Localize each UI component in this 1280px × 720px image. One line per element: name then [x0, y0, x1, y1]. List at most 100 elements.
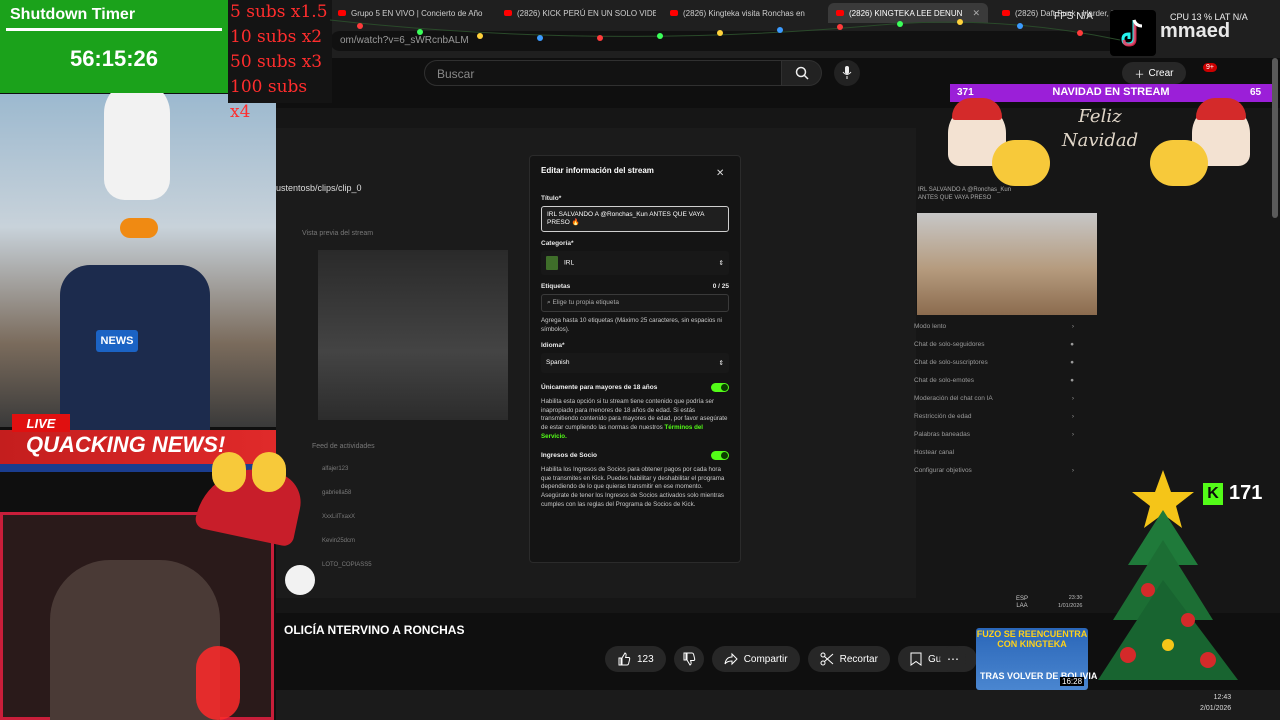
kick-logo-icon: K — [1203, 482, 1223, 505]
tiktok-logo — [1110, 10, 1156, 56]
feed-label: Feed de actividades — [312, 443, 375, 450]
browser-tab[interactable]: (2826) KICK PERÚ EN UN SOLO VIDE — [496, 3, 656, 23]
streamer-webcam — [917, 213, 1097, 315]
video-title: OLICÍA NTERVINO A RONCHAS — [284, 623, 465, 637]
santa-cap — [952, 98, 1002, 120]
partner-description: Habilita los Ingresos de Socios para obt… — [541, 466, 725, 508]
tags-input[interactable]: ⌕ Elige tu propia etiqueta — [541, 294, 729, 312]
thumbnail-top-text: FUZO SE REENCUENTRA CON KINGTEKA — [976, 629, 1088, 649]
stream-preview — [318, 250, 508, 420]
santa-cap — [1196, 98, 1246, 120]
close-tab-icon[interactable]: ✕ — [972, 8, 980, 19]
voice-search-button[interactable] — [834, 60, 860, 86]
chevron-updown-icon: ⇕ — [718, 360, 724, 368]
browser-tab[interactable]: Grupo 5 EN VIVO | Concierto de Año — [330, 3, 490, 23]
tab-strip: Grupo 5 EN VIVO | Concierto de Año (2826… — [330, 3, 1154, 25]
create-button[interactable]: ＋ Crear — [1122, 62, 1186, 84]
settings-item[interactable]: Palabras baneadas › — [914, 431, 1074, 438]
language-select[interactable]: Spanish ⇕ — [541, 353, 729, 374]
navidad-label: NAVIDAD EN STREAM — [1052, 86, 1170, 98]
feed-item: LOTO_COPIASS5 — [322, 562, 372, 568]
edit-stream-modal: Editar información del stream ✕ Título* … — [529, 155, 741, 563]
more-icon: ⋯ — [947, 652, 959, 666]
santa-hat-pom — [285, 565, 315, 595]
facecam-person — [50, 560, 220, 720]
close-icon[interactable]: ✕ — [716, 168, 724, 179]
rubber-duck — [252, 452, 286, 492]
preview-label: Vista previa del stream — [302, 230, 374, 237]
search-button[interactable] — [782, 60, 822, 86]
address-bar[interactable]: om/watch?v=6_sWRcnbALM — [330, 31, 1150, 51]
mature-description: Habilita esta opción si tu stream tiene … — [541, 398, 728, 440]
partner-label: Ingresos de Socio — [541, 452, 597, 460]
windows-taskbar — [276, 690, 1280, 720]
chat-settings-panel: Modo lento › Chat de solo-seguidores ● Cha… — [914, 312, 1074, 652]
subs-line: 100 subs x4 — [230, 77, 308, 122]
feliz-navidad-text: Feliz Navidad — [1061, 106, 1139, 151]
plus-icon: ＋ — [1134, 69, 1145, 81]
video-actions: 123 Compartir Recortar Guardar — [605, 646, 977, 672]
yellow-duck-sticker — [1150, 140, 1208, 186]
fps-readout: FPS N/A — [1054, 11, 1093, 22]
language-indicator[interactable]: ESP LAA — [1016, 596, 1028, 610]
feed-list: alfajer123 gabriella58 XxxLilTxaxX Kevin… — [322, 466, 372, 568]
tags-help: Agrega hasta 10 etiquetas (Máximo 25 car… — [541, 317, 722, 333]
share-icon — [724, 652, 738, 666]
clip-button[interactable]: Recortar — [807, 646, 890, 672]
system-clock[interactable]: 12:43 2/01/2026 — [1200, 692, 1231, 714]
feed-item: Kevin25dcm — [322, 538, 356, 544]
page-scrollbar[interactable] — [1272, 58, 1278, 218]
browser-tab[interactable]: (2826) Kingteka visita Ronchas en — [662, 3, 822, 23]
settings-item[interactable]: Chat de solo-emotes ● — [914, 377, 1074, 384]
like-button[interactable]: 123 — [605, 646, 666, 672]
mature-label: Únicamente para mayores de 18 años — [541, 384, 658, 392]
youtube-tab-icon — [1002, 10, 1010, 16]
settings-item[interactable]: Restricción de edad › — [914, 413, 1074, 420]
feed-item: alfajer123 — [322, 466, 349, 472]
language-label: Idioma* — [541, 342, 565, 350]
settings-item[interactable]: Moderación del chat con IA › — [914, 395, 1074, 402]
settings-item[interactable]: Chat de solo-suscriptores ● — [914, 359, 1074, 366]
share-button[interactable]: Compartir — [711, 646, 800, 672]
tiktok-username: mmaed — [1160, 20, 1231, 42]
partner-toggle[interactable] — [711, 451, 729, 461]
title-label: Título* — [541, 195, 562, 202]
microphone-icon — [842, 66, 852, 79]
search-icon — [795, 66, 809, 80]
bookmark-icon — [910, 652, 922, 666]
clip-path-text: ustentosb/clips/clip_0 — [276, 183, 362, 193]
youtube-tab-icon — [670, 10, 678, 16]
mature-row: Únicamente para mayores de 18 años — [541, 383, 729, 393]
tags-header: Etiquetas 0 / 25 — [541, 283, 729, 290]
category-select[interactable]: IRL ⇕ — [541, 251, 729, 275]
thumbnail-duration: 16:28 — [1060, 677, 1085, 686]
settings-item[interactable]: Modo lento › — [914, 323, 1074, 330]
duck-beak — [120, 218, 158, 238]
browser-tab-active[interactable]: (2826) KINGTEKA LEE DENUN ✕ — [828, 3, 988, 23]
yellow-duck-sticker — [992, 140, 1050, 186]
notification-badge: 9+ — [1203, 63, 1217, 72]
rubber-duck — [212, 452, 246, 492]
kick-follower-count: K 171 — [1203, 482, 1262, 505]
mature-toggle[interactable] — [711, 383, 729, 393]
search-input[interactable]: Buscar — [424, 60, 782, 86]
duck-head — [104, 80, 170, 200]
subs-line: 5 subs x1.5 — [230, 2, 328, 22]
modal-title: Editar información del stream — [541, 166, 654, 175]
youtube-tab-icon — [338, 10, 346, 16]
settings-item[interactable]: Chat de solo-seguidores ● — [914, 341, 1074, 348]
live-badge: LIVE — [12, 414, 70, 432]
navidad-right-count: 65 — [1250, 87, 1262, 98]
dislike-button[interactable] — [673, 646, 704, 672]
title-field[interactable]: IRL SALVANDO A @Ronchas_Kun ANTES QUE VA… — [541, 206, 729, 232]
navidad-left-count: 371 — [957, 87, 974, 98]
youtube-tab-icon — [836, 10, 844, 16]
thumbs-up-icon — [618, 652, 631, 666]
timer-divider — [6, 28, 222, 31]
subs-line: 50 subs x3 — [230, 52, 323, 72]
chevron-updown-icon: ⇕ — [718, 260, 724, 267]
settings-item[interactable]: Configurar objetivos › — [914, 467, 1074, 474]
thumbs-down-icon — [683, 652, 695, 666]
more-options-button[interactable]: ⋯ — [940, 646, 966, 672]
settings-item[interactable]: Hostear canal — [914, 449, 1074, 456]
